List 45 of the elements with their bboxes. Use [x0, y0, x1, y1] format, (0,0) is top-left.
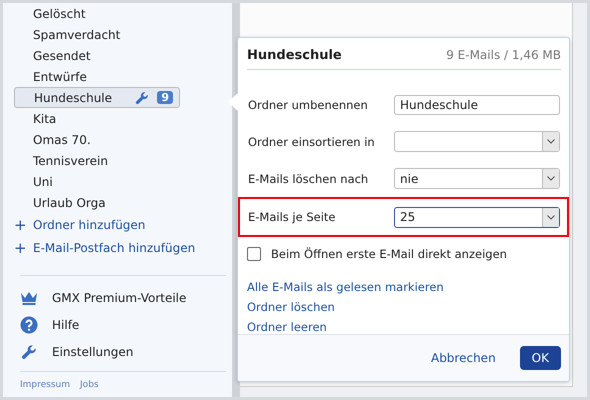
- dropdown-button[interactable]: [542, 132, 559, 151]
- field-label: Ordner umbenennen: [248, 98, 369, 112]
- cancel-button[interactable]: Abbrechen: [426, 347, 500, 369]
- footer-link[interactable]: Impressum: [20, 380, 70, 390]
- field-label: Ordner einsortieren in: [248, 134, 376, 148]
- folder-item[interactable]: Spamverdacht: [14, 24, 228, 45]
- dropdown-button[interactable]: [542, 208, 559, 226]
- dropdown-button[interactable]: [542, 169, 559, 188]
- action-link[interactable]: Ordner löschen: [247, 300, 335, 314]
- folder-item[interactable]: Tennisverein: [14, 150, 228, 171]
- select-field[interactable]: nie: [394, 168, 560, 189]
- chevron-icon: [547, 214, 555, 220]
- ok-button[interactable]: OK: [520, 346, 561, 370]
- field-label: E-Mails löschen nach: [248, 172, 370, 186]
- input-field[interactable]: Hundeschule: [394, 94, 560, 114]
- chevron-icon: [547, 139, 555, 144]
- field-label: E-Mails je Seite: [248, 210, 337, 224]
- menu-item[interactable]: Hilfe: [20, 311, 226, 338]
- folder-item[interactable]: Kita: [14, 108, 228, 129]
- folder-item[interactable]: Gelöscht: [14, 3, 228, 24]
- folder-info: 9 E-Mails / 1,46 MB: [446, 48, 561, 62]
- unread-count: 9: [157, 91, 173, 104]
- checkbox[interactable]: [247, 247, 261, 261]
- folder-item[interactable]: Gesendet: [14, 45, 228, 66]
- action-link[interactable]: Alle E-Mails als gelesen markieren: [247, 280, 444, 294]
- action-link[interactable]: Ordner leeren: [247, 320, 327, 334]
- wrench-icon[interactable]: [135, 90, 150, 104]
- add-link[interactable]: + Ordner hinzufügen: [14, 213, 232, 236]
- folder-item[interactable]: Entwürfe: [14, 66, 228, 87]
- footer-link[interactable]: Jobs: [80, 380, 99, 390]
- select-field[interactable]: [394, 131, 560, 152]
- menu-item[interactable]: Einstellungen: [20, 338, 226, 365]
- chevron-icon: [547, 176, 555, 181]
- help-icon: [20, 316, 38, 334]
- folder-item[interactable]: Uni: [14, 171, 228, 192]
- menu-item[interactable]: GMX Premium-Vorteile: [20, 284, 226, 311]
- wrench-icon: [20, 344, 38, 360]
- checkbox-label: Beim Öffnen erste E-Mail direkt anzeigen: [271, 247, 507, 261]
- add-link[interactable]: + E-Mail-Postfach hinzufügen: [14, 236, 232, 259]
- folder-item[interactable]: Hundeschule 9: [14, 87, 180, 108]
- folder-item[interactable]: Urlaub Orga: [14, 192, 228, 213]
- dialog-title: Hundeschule: [247, 48, 342, 63]
- select-field[interactable]: 25: [394, 206, 560, 228]
- folder-item[interactable]: Omas 70.: [14, 129, 228, 150]
- crown-icon: [20, 290, 38, 304]
